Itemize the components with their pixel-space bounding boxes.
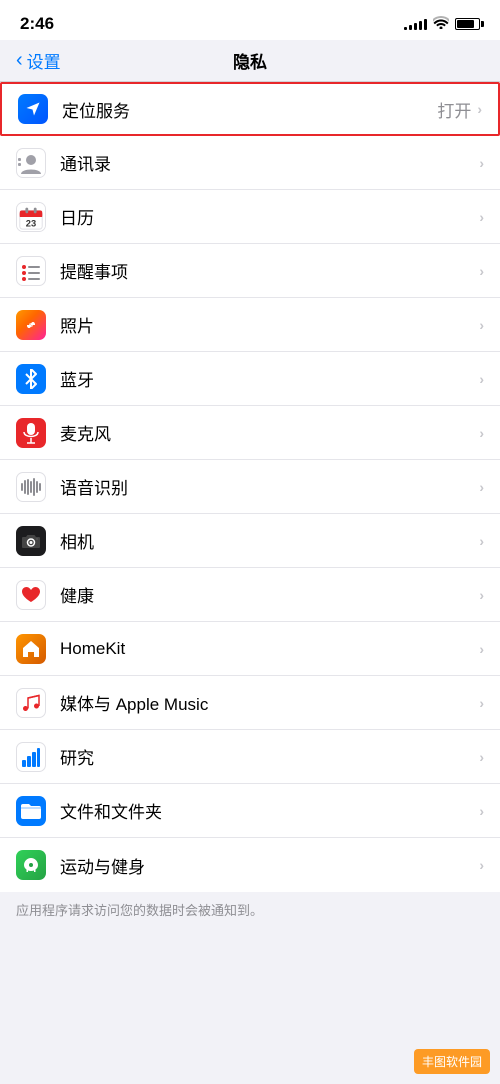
homekit-icon xyxy=(16,634,46,664)
microphone-chevron-icon: › xyxy=(479,425,484,441)
settings-item-media[interactable]: 媒体与 Apple Music › xyxy=(0,676,500,730)
settings-item-bluetooth[interactable]: 蓝牙 › xyxy=(0,352,500,406)
research-icon xyxy=(16,742,46,772)
camera-icon xyxy=(16,526,46,556)
bluetooth-icon xyxy=(16,364,46,394)
speech-chevron-icon: › xyxy=(479,479,484,495)
homekit-label: HomeKit xyxy=(60,639,479,659)
speech-label: 语音识别 xyxy=(60,474,479,499)
microphone-icon xyxy=(16,418,46,448)
contacts-icon xyxy=(16,148,46,178)
settings-item-contacts[interactable]: 通讯录 › xyxy=(0,136,500,190)
research-chevron-icon: › xyxy=(479,749,484,765)
homekit-chevron-icon: › xyxy=(479,641,484,657)
health-chevron-icon: › xyxy=(479,587,484,603)
speech-icon xyxy=(16,472,46,502)
camera-chevron-icon: › xyxy=(479,533,484,549)
signal-icon xyxy=(404,18,427,30)
settings-item-location[interactable]: 定位服务 打开 › xyxy=(0,82,500,136)
health-icon xyxy=(16,580,46,610)
contacts-chevron-icon: › xyxy=(479,155,484,171)
health-label: 健康 xyxy=(60,582,479,607)
status-bar: 2:46 xyxy=(0,0,500,40)
watermark: 丰图软件园 xyxy=(414,1049,490,1074)
photos-label: 照片 xyxy=(60,312,479,337)
bluetooth-label: 蓝牙 xyxy=(60,366,479,391)
fitness-label: 运动与健身 xyxy=(60,853,479,878)
settings-item-reminders[interactable]: 提醒事项 › xyxy=(0,244,500,298)
location-label: 定位服务 xyxy=(62,97,437,122)
back-button[interactable]: ‹ 设置 xyxy=(16,48,61,73)
status-time: 2:46 xyxy=(20,14,54,34)
contacts-label: 通讯录 xyxy=(60,150,479,175)
settings-item-microphone[interactable]: 麦克风 › xyxy=(0,406,500,460)
status-icons xyxy=(404,16,480,32)
settings-item-homekit[interactable]: HomeKit › xyxy=(0,622,500,676)
settings-item-calendar[interactable]: 23 日历 › xyxy=(0,190,500,244)
calendar-label: 日历 xyxy=(60,204,479,229)
fitness-icon xyxy=(16,850,46,880)
bluetooth-chevron-icon: › xyxy=(479,371,484,387)
settings-list: 定位服务 打开 › 通讯录 › 23 xyxy=(0,82,500,892)
back-chevron-icon: ‹ xyxy=(16,50,23,70)
settings-item-camera[interactable]: 相机 › xyxy=(0,514,500,568)
settings-item-fitness[interactable]: 运动与健身 › xyxy=(0,838,500,892)
location-chevron-icon: › xyxy=(477,101,482,117)
settings-item-health[interactable]: 健康 › xyxy=(0,568,500,622)
research-label: 研究 xyxy=(60,744,479,769)
location-value: 打开 xyxy=(437,97,471,122)
settings-item-research[interactable]: 研究 › xyxy=(0,730,500,784)
svg-text:23: 23 xyxy=(26,218,36,228)
page-title: 隐私 xyxy=(233,48,267,73)
reminders-label: 提醒事项 xyxy=(60,258,479,283)
fitness-chevron-icon: › xyxy=(479,857,484,873)
settings-item-speech[interactable]: 语音识别 › xyxy=(0,460,500,514)
photos-icon xyxy=(16,310,46,340)
media-icon xyxy=(16,688,46,718)
camera-label: 相机 xyxy=(60,528,479,553)
battery-icon xyxy=(455,18,480,30)
bottom-note: 应用程序请求访问您的数据时会被通知到。 xyxy=(0,892,500,927)
media-label: 媒体与 Apple Music xyxy=(60,690,479,715)
nav-bar: ‹ 设置 隐私 xyxy=(0,40,500,82)
back-label: 设置 xyxy=(27,48,61,73)
media-chevron-icon: › xyxy=(479,695,484,711)
reminders-icon xyxy=(16,256,46,286)
settings-item-files[interactable]: 文件和文件夹 › xyxy=(0,784,500,838)
reminders-chevron-icon: › xyxy=(479,263,484,279)
wifi-icon xyxy=(433,16,449,32)
files-chevron-icon: › xyxy=(479,803,484,819)
photos-chevron-icon: › xyxy=(479,317,484,333)
calendar-icon: 23 xyxy=(16,202,46,232)
files-icon xyxy=(16,796,46,826)
files-label: 文件和文件夹 xyxy=(60,798,479,823)
location-icon xyxy=(18,94,48,124)
microphone-label: 麦克风 xyxy=(60,420,479,445)
settings-item-photos[interactable]: 照片 › xyxy=(0,298,500,352)
calendar-chevron-icon: › xyxy=(479,209,484,225)
